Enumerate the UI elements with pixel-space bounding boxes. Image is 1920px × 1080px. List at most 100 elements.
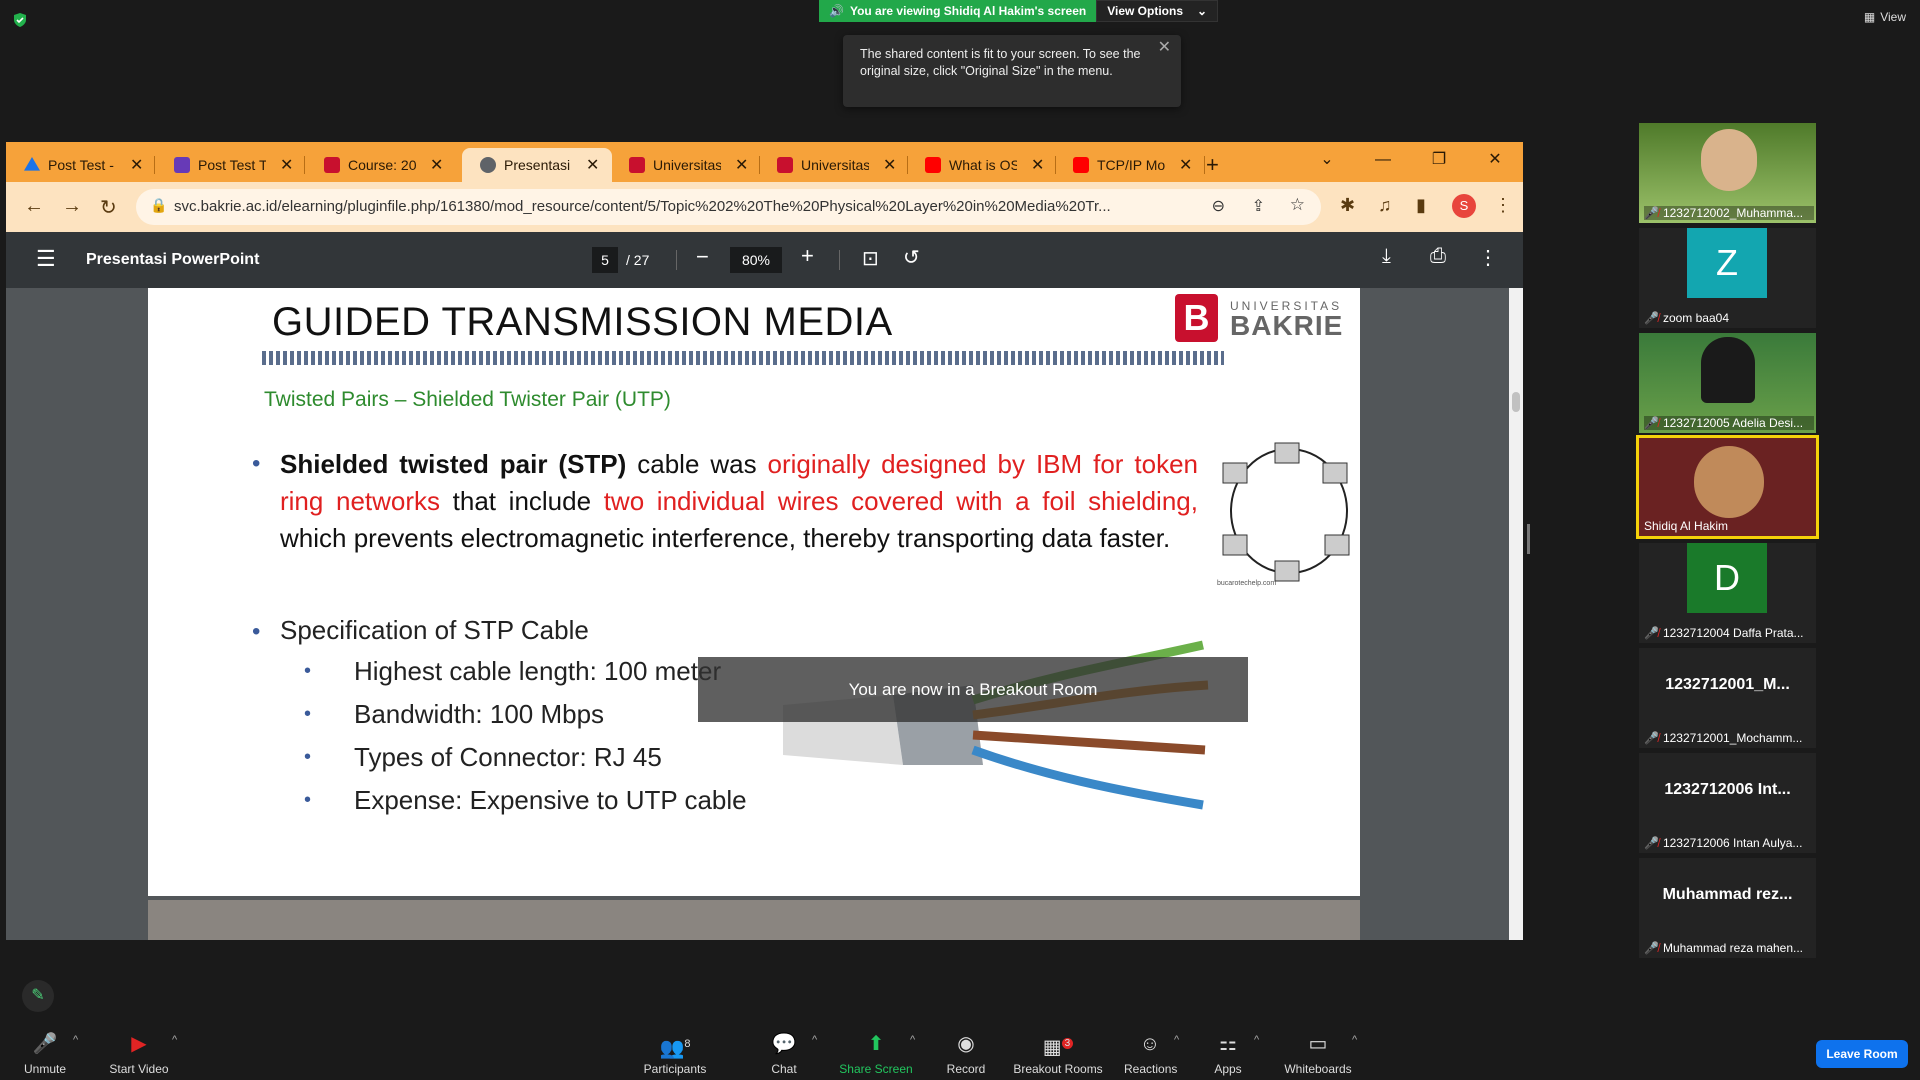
tab-0[interactable]: Post Test - (✕: [6, 148, 143, 182]
restore-icon[interactable]: ❐: [1411, 142, 1467, 182]
minimize-icon[interactable]: —: [1355, 142, 1411, 182]
tab-2[interactable]: Course: 202 ✕: [306, 148, 443, 182]
annotate-pencil-icon[interactable]: ✎: [22, 980, 54, 1012]
pdf-scrollbar[interactable]: [1509, 288, 1523, 940]
window-controls: ⌄ — ❐ ✕: [1299, 142, 1523, 182]
browser-tab-bar: Post Test - (✕ Post Test To ✕ Course: 202…: [6, 142, 1523, 182]
whiteboards-button[interactable]: ▭ Whiteboards: [1280, 1032, 1356, 1076]
share-screen-button[interactable]: ⬆ Share Screen: [836, 1032, 916, 1076]
tab-1[interactable]: Post Test To ✕: [156, 148, 293, 182]
tooltip-text: The shared content is fit to your screen…: [860, 47, 1141, 78]
close-tab-icon[interactable]: ✕: [586, 155, 599, 175]
close-tab-icon[interactable]: ✕: [1031, 155, 1044, 175]
close-window-icon[interactable]: ✕: [1467, 142, 1523, 182]
viewing-indicator: 🔊 You are viewing Shidiq Al Hakim's scree…: [819, 0, 1097, 22]
close-tab-icon[interactable]: ✕: [1179, 155, 1192, 175]
pdf-toolbar: ☰ Presentasi PowerPoint 5 / 27 − 80% + ⊡…: [6, 232, 1523, 288]
rotate-icon[interactable]: ↺: [903, 245, 920, 270]
leave-room-button[interactable]: Leave Room: [1816, 1040, 1908, 1068]
unmute-button[interactable]: 🎤 Unmute: [20, 1032, 70, 1076]
profile-avatar[interactable]: S: [1452, 194, 1476, 218]
audio-options-chevron-icon[interactable]: ^: [73, 1034, 78, 1046]
security-shield-icon[interactable]: [12, 12, 28, 28]
view-button[interactable]: ▦ View: [1864, 10, 1906, 24]
participant-tile[interactable]: 1232712001_M... 🎤̸ 1232712001_Mochamm...: [1639, 648, 1816, 748]
menu-dots-icon[interactable]: ⋮: [1494, 195, 1512, 216]
drive-icon: [24, 157, 40, 171]
chat-button[interactable]: 💬 Chat: [764, 1032, 804, 1076]
tab-7[interactable]: TCP/IP Mod ✕: [1055, 148, 1192, 182]
bullet-dot: •: [304, 660, 312, 682]
fit-page-icon[interactable]: ⊡: [862, 246, 879, 271]
tab-5[interactable]: Universitas ✕: [759, 148, 896, 182]
participant-tile[interactable]: 🎤̸ 1232712005 Adelia Desi...: [1639, 333, 1816, 433]
participant-tile[interactable]: D 🎤̸ 1232712004 Daffa Prata...: [1639, 543, 1816, 643]
more-options-icon[interactable]: ⋮: [1478, 245, 1498, 270]
hamburger-menu-icon[interactable]: ☰: [36, 246, 56, 272]
side-panel-icon[interactable]: ▮: [1416, 195, 1426, 216]
url-field[interactable]: 🔒 svc.bakrie.ac.id/elearning/pluginfile.…: [136, 189, 1321, 225]
video-feed: [1701, 129, 1757, 191]
participant-name: 1232712005 Adelia Desi...: [1662, 416, 1804, 430]
participant-name: Muhammad reza mahen...: [1662, 941, 1804, 955]
reactions-options-chevron-icon[interactable]: ^: [1174, 1034, 1179, 1046]
back-icon[interactable]: ←: [24, 195, 44, 218]
bakrie-icon: [324, 157, 340, 173]
tab-6[interactable]: What is OSI ✕: [907, 148, 1044, 182]
new-tab-button[interactable]: +: [1206, 148, 1219, 182]
forward-icon[interactable]: →: [62, 195, 82, 218]
muted-mic-icon: 🎤̸: [1644, 836, 1659, 850]
video-off-icon: ▶: [131, 1033, 147, 1055]
zoom-out-icon[interactable]: −: [696, 244, 709, 270]
close-tab-icon[interactable]: ✕: [883, 155, 896, 175]
apps-options-chevron-icon[interactable]: ^: [1254, 1034, 1259, 1046]
next-slide-edge: [148, 900, 1360, 940]
gallery-resize-handle[interactable]: [1527, 524, 1530, 554]
video-options-chevron-icon[interactable]: ^: [172, 1034, 177, 1046]
tab-4[interactable]: Universitas ✕: [611, 148, 748, 182]
close-tab-icon[interactable]: ✕: [280, 155, 293, 175]
zoom-level-input[interactable]: 80%: [730, 247, 782, 273]
chevron-down-icon: ⌄: [1197, 4, 1208, 18]
download-icon[interactable]: ⤓: [1382, 245, 1391, 268]
participant-tile[interactable]: 🎤̸ 1232712002_Muhamma...: [1639, 123, 1816, 223]
close-tab-icon[interactable]: ✕: [430, 155, 443, 175]
print-icon[interactable]: ⎙: [1430, 245, 1446, 268]
zoom-icon[interactable]: ⊖: [1212, 196, 1225, 216]
apps-button[interactable]: ⚏ Apps: [1208, 1032, 1248, 1076]
share-icon[interactable]: ⇪: [1252, 196, 1265, 216]
reload-icon[interactable]: ↻: [100, 195, 117, 220]
zoom-in-icon[interactable]: +: [801, 243, 814, 269]
bookmark-star-icon[interactable]: ☆: [1290, 195, 1305, 215]
chat-options-chevron-icon[interactable]: ^: [812, 1034, 817, 1046]
muted-mic-icon: 🎤̸: [1644, 206, 1659, 220]
close-icon[interactable]: ✕: [1158, 39, 1171, 56]
record-button[interactable]: ◉ Record: [940, 1032, 992, 1076]
bullet-dot: •: [252, 450, 261, 477]
bakrie-icon: [629, 157, 645, 173]
spec-item: Bandwidth: 100 Mbps: [354, 699, 605, 729]
extensions-icon[interactable]: ✱: [1340, 195, 1355, 216]
view-options-button[interactable]: View Options ⌄: [1096, 0, 1219, 22]
participants-button[interactable]: 👥8 Participants: [640, 1032, 710, 1076]
participant-tile[interactable]: Z 🎤̸ zoom baa04: [1639, 228, 1816, 328]
muted-mic-icon: 🎤: [32, 1033, 58, 1055]
media-control-icon[interactable]: ♫: [1378, 195, 1392, 216]
share-options-chevron-icon[interactable]: ^: [910, 1034, 915, 1046]
start-video-button[interactable]: ▶ Start Video: [104, 1032, 174, 1076]
whiteboards-options-chevron-icon[interactable]: ^: [1352, 1034, 1357, 1046]
reactions-button[interactable]: ☺ Reactions: [1124, 1032, 1177, 1076]
tab-3-active[interactable]: Presentasi P ✕: [462, 148, 612, 182]
bullet-stp-description: Shielded twisted pair (STP) cable was or…: [280, 446, 1198, 557]
close-tab-icon[interactable]: ✕: [130, 155, 143, 175]
breakout-rooms-button[interactable]: ▦ 3 Breakout Rooms: [1012, 1032, 1104, 1076]
tab-search-icon[interactable]: ⌄: [1299, 142, 1355, 182]
title-divider: [262, 351, 1224, 365]
page-number-input[interactable]: 5: [592, 247, 618, 273]
participant-tile[interactable]: Muhammad rez... 🎤̸ Muhammad reza mahen...: [1639, 858, 1816, 958]
active-speaker-tile[interactable]: Shidiq Al Hakim: [1636, 435, 1819, 539]
participant-tile[interactable]: 1232712006 Int... 🎤̸ 1232712006 Intan Aul…: [1639, 753, 1816, 853]
scrollbar-thumb[interactable]: [1512, 392, 1520, 412]
close-tab-icon[interactable]: ✕: [735, 155, 748, 175]
avatar: Z: [1687, 228, 1767, 298]
